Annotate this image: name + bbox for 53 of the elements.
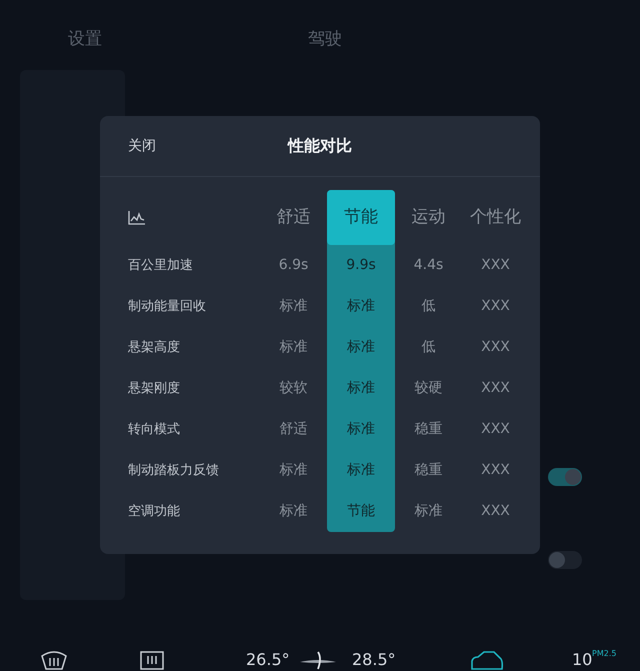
table-cell-text: 标准 [278, 338, 308, 357]
table-cell-text: 低 [420, 338, 436, 357]
page-title: 驾驶 [307, 28, 343, 52]
row-label: 制动踏板力反馈 [127, 462, 220, 480]
air-quality-value: 10 [572, 652, 592, 668]
sidebar-title: 设置 [67, 28, 103, 52]
table-cell-text: XXX [480, 338, 511, 357]
table-cell-text: 标准 [346, 297, 376, 316]
table-cell-text: XXX [480, 461, 511, 480]
table-cell-text: 标准 [414, 502, 444, 521]
close-button[interactable]: 关闭 [120, 132, 164, 160]
table-cell-text: 标准 [278, 461, 308, 480]
table-cell-text: 较软 [278, 379, 308, 398]
mode-tab[interactable]: 个性化 [462, 190, 529, 245]
row-label: 悬架高度 [127, 338, 181, 357]
air-quality-label: PM2.5 [592, 650, 616, 658]
row-label: 百公里加速 [127, 256, 194, 275]
rear-defrost-icon[interactable] [140, 650, 164, 670]
row-label: 悬架刚度 [127, 380, 181, 398]
table-cell-text: XXX [480, 256, 511, 275]
table-cell-text: 舒适 [278, 420, 308, 439]
mode-tab[interactable]: 运动 [395, 190, 462, 245]
toggle-switch[interactable] [548, 551, 582, 569]
row-label: 空调功能 [127, 502, 181, 521]
table-cell-text: 9.9s [345, 256, 377, 275]
table-cell-text: 4.4s [412, 256, 444, 275]
table-cell-text: XXX [480, 420, 511, 439]
table-cell-text: XXX [480, 297, 511, 316]
toggle-switch[interactable] [548, 468, 582, 486]
table-cell-text: 较硬 [414, 379, 444, 398]
temperature-value[interactable]: 26.5° [246, 652, 290, 668]
mode-tab[interactable]: 节能 [327, 190, 395, 245]
table-cell-text: 6.9s [278, 256, 310, 275]
temperature-value[interactable]: 28.5° [352, 652, 396, 668]
table-cell-text: 稳重 [414, 420, 444, 439]
table-cell-text: 节能 [346, 502, 376, 521]
row-label: 制动能量回收 [127, 298, 207, 316]
table-cell-text: 低 [420, 297, 436, 316]
table-cell-text: XXX [480, 379, 511, 398]
table-cell-text: 标准 [346, 379, 376, 398]
table-cell-text: 稳重 [414, 461, 444, 480]
table-cell-text: 标准 [346, 461, 376, 480]
dialog-title: 性能对比 [288, 135, 352, 157]
windshield-defrost-icon[interactable] [40, 650, 68, 670]
table-cell-text: 标准 [346, 420, 376, 439]
table-cell-text: 标准 [278, 502, 308, 521]
row-label: 转向模式 [127, 420, 181, 439]
table-cell-text: XXX [480, 502, 511, 521]
chart-icon [128, 210, 146, 224]
car-icon[interactable] [470, 650, 504, 670]
mode-tab[interactable]: 舒适 [260, 190, 327, 245]
table-cell-text: 标准 [346, 338, 376, 357]
table-cell-text: 标准 [278, 297, 308, 316]
